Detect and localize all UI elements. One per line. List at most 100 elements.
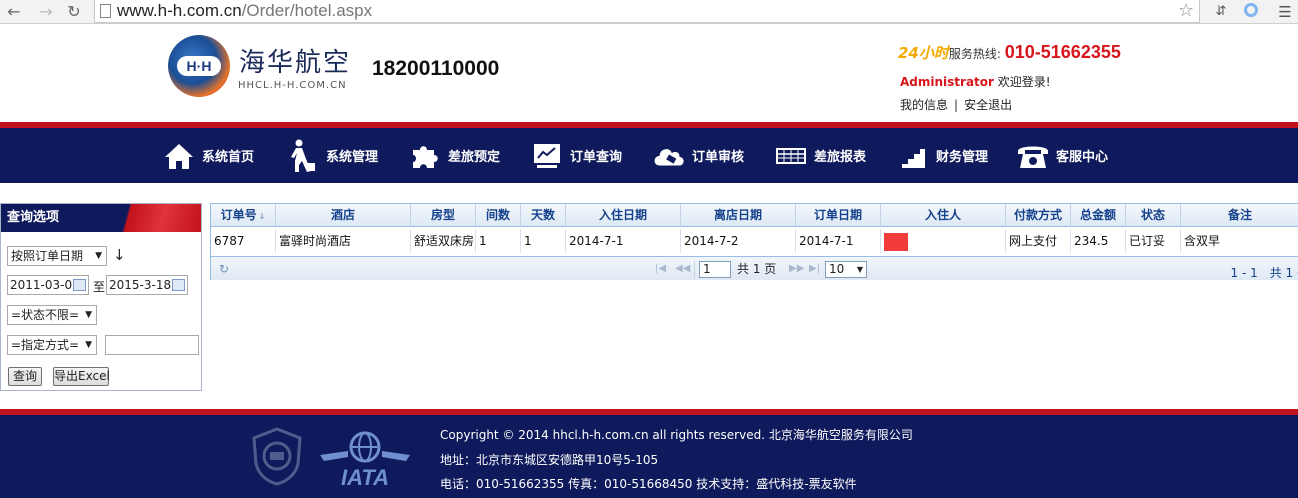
nav-item-home[interactable]: 系统首页 — [162, 128, 254, 183]
column-header[interactable]: 备注 — [1181, 204, 1298, 227]
column-header[interactable]: 状态 — [1126, 204, 1181, 227]
url-text: www.h-h.com.cn/Order/hotel.aspx — [117, 1, 373, 20]
panel-title: 查询选项 — [1, 204, 201, 232]
nav-item-service-center[interactable]: 客服中心 — [1016, 128, 1108, 183]
hotline-label: 服务热线: — [948, 47, 1001, 61]
nav-item-system[interactable]: 系统管理 — [286, 128, 378, 183]
puzzle-icon — [408, 139, 442, 173]
last-page-icon[interactable]: ▶| — [809, 260, 820, 278]
cell-remark: 含双早 — [1184, 234, 1221, 248]
column-header[interactable]: 订单号 ↓ — [211, 204, 276, 227]
calendar-icon[interactable] — [73, 279, 86, 291]
24h-badge: 24小时 — [898, 44, 949, 62]
first-page-icon[interactable]: |◀ — [655, 260, 666, 278]
hotline: 24小时服务热线: 010-51662355 — [898, 42, 1121, 63]
nav-label: 订单审核 — [692, 150, 745, 165]
method-text-input[interactable] — [105, 335, 199, 355]
column-header[interactable]: 订单日期 — [796, 204, 881, 227]
nav-label: 财务管理 — [936, 150, 989, 165]
date-from-value: 2011-03-06 — [10, 278, 80, 292]
column-header[interactable]: 间数 — [476, 204, 521, 227]
export-excel-button[interactable]: 导出Excel — [53, 367, 110, 386]
my-info-link[interactable]: 我的信息 — [900, 98, 948, 112]
welcome-line: Administrator 欢迎登录! — [900, 73, 1051, 90]
cell-nights: 1 — [521, 229, 566, 253]
cell-payment: 网上支付 — [1006, 229, 1071, 253]
refresh-icon[interactable]: ↻ — [219, 260, 229, 278]
logo-badge: H·H — [177, 56, 221, 76]
hotline-number: 010-51662355 — [1004, 42, 1121, 62]
record-count-info: 1 - 1 共 1 条 — [1230, 266, 1298, 280]
page-icon — [100, 4, 111, 18]
footer-address: 地址：北京市东城区安德路甲10号5-105 — [440, 453, 659, 467]
cell-room-type: 舒适双床房 — [411, 229, 476, 253]
column-header[interactable]: 酒店 — [276, 204, 411, 227]
date-to-input[interactable]: 2015-3-18 — [106, 275, 188, 295]
table-row[interactable]: 6787 富驿时尚酒店 舒适双床房 1 1 2014-7-1 2014-7-2 … — [211, 229, 1298, 253]
stairs-icon — [896, 139, 930, 173]
logout-link[interactable]: 安全退出 — [964, 98, 1012, 112]
extension-circle-icon[interactable] — [1242, 3, 1260, 21]
nav-label: 差旅预定 — [448, 150, 501, 165]
nav-label: 客服中心 — [1056, 150, 1109, 165]
welcome-text: 欢迎登录! — [997, 75, 1051, 89]
status-select[interactable]: =状态不限= ▼ — [7, 305, 97, 325]
column-header[interactable]: 房型 — [411, 204, 476, 227]
total-pages-text: 共 1 页 — [737, 262, 777, 276]
logo-english-domain: HHCL.H-H.COM.CN — [238, 80, 347, 91]
orders-grid: 订单号 ↓ 酒店 房型 间数 天数 入住日期 离店日期 订单日期 入住人 付款方式… — [210, 203, 1298, 280]
column-header[interactable]: 入住日期 — [566, 204, 681, 227]
column-header[interactable]: 付款方式 — [1006, 204, 1071, 227]
bookmark-star-icon[interactable]: ☆ — [1178, 0, 1194, 22]
walking-person-icon — [286, 139, 320, 173]
next-page-icon[interactable]: ▶▶ — [789, 260, 804, 278]
footer-copyright: Copyright © 2014 hhcl.h-h.com.cn all rig… — [440, 428, 913, 442]
guest-color-swatch — [884, 232, 908, 251]
police-emblem-icon — [250, 426, 304, 486]
iata-logo: IATA — [318, 425, 412, 490]
column-header[interactable]: 入住人 — [881, 204, 1006, 227]
download-extension-icon[interactable]: ⇵ — [1212, 3, 1230, 21]
nav-item-travel-report[interactable]: 差旅报表 — [774, 128, 866, 183]
date-from-input[interactable]: 2011-03-06 — [7, 275, 89, 295]
sort-arrow-icon: ↓ — [258, 212, 266, 221]
column-header[interactable]: 离店日期 — [681, 204, 796, 227]
calendar-icon[interactable] — [172, 279, 185, 291]
grid-header: 订单号 ↓ 酒店 房型 间数 天数 入住日期 离店日期 订单日期 入住人 付款方式… — [211, 204, 1298, 227]
query-options-panel: 查询选项 按照订单日期 ▼ ↓ 2011-03-06 至 2015-3-18 =状… — [0, 203, 202, 391]
query-button[interactable]: 查询 — [8, 367, 42, 386]
page-number-input[interactable]: 1 — [699, 261, 731, 278]
nav-item-travel-booking[interactable]: 差旅预定 — [408, 128, 500, 183]
reload-icon[interactable]: ↻ — [64, 2, 84, 22]
chevron-down-icon: ▼ — [856, 265, 863, 274]
method-select[interactable]: =指定方式= ▼ — [7, 335, 97, 355]
menu-icon[interactable]: ☰ — [1276, 3, 1294, 21]
nav-item-order-review[interactable]: 订单审核 — [652, 128, 744, 183]
prev-page-icon[interactable]: ◀◀ — [675, 260, 690, 278]
nav-item-finance[interactable]: 财务管理 — [896, 128, 988, 183]
cell-guest — [881, 229, 1006, 253]
telephone-icon — [1016, 139, 1050, 173]
chevron-down-icon: ▼ — [95, 251, 102, 261]
main-nav: 系统首页 系统管理 差旅预定 订单查询 订单审核 差旅报表 财务管理 客服中心 — [0, 128, 1298, 183]
status-value: =状态不限= — [11, 308, 80, 322]
cell-checkout: 2014-7-2 — [681, 229, 796, 253]
column-header[interactable]: 总金额 — [1071, 204, 1126, 227]
address-bar[interactable]: www.h-h.com.cn/Order/hotel.aspx — [94, 0, 1200, 23]
nav-item-order-query[interactable]: 订单查询 — [530, 128, 622, 183]
browser-toolbar: ← → ↻ www.h-h.com.cn/Order/hotel.aspx ☆ … — [0, 0, 1298, 24]
page-size-select[interactable]: 10 ▼ — [825, 261, 867, 278]
sort-by-select[interactable]: 按照订单日期 ▼ — [7, 246, 107, 266]
column-header[interactable]: 天数 — [521, 204, 566, 227]
sort-direction-arrow[interactable]: ↓ — [113, 246, 126, 264]
cell-status: 已订妥 — [1126, 229, 1181, 253]
chart-board-icon — [530, 139, 564, 173]
nav-label: 差旅报表 — [814, 150, 867, 165]
chevron-down-icon: ▼ — [85, 310, 92, 320]
grid-pager: ↻ |◀ ◀◀ 1 共 1 页 ▶▶ ▶| 10 ▼ 1 - 1 共 1 条 — [211, 256, 1298, 280]
nav-label: 系统管理 — [326, 150, 379, 165]
company-logo[interactable]: H·H — [168, 35, 230, 97]
forward-icon[interactable]: → — [36, 2, 56, 22]
sort-by-value: 按照订单日期 — [11, 249, 84, 263]
back-icon[interactable]: ← — [4, 2, 24, 22]
